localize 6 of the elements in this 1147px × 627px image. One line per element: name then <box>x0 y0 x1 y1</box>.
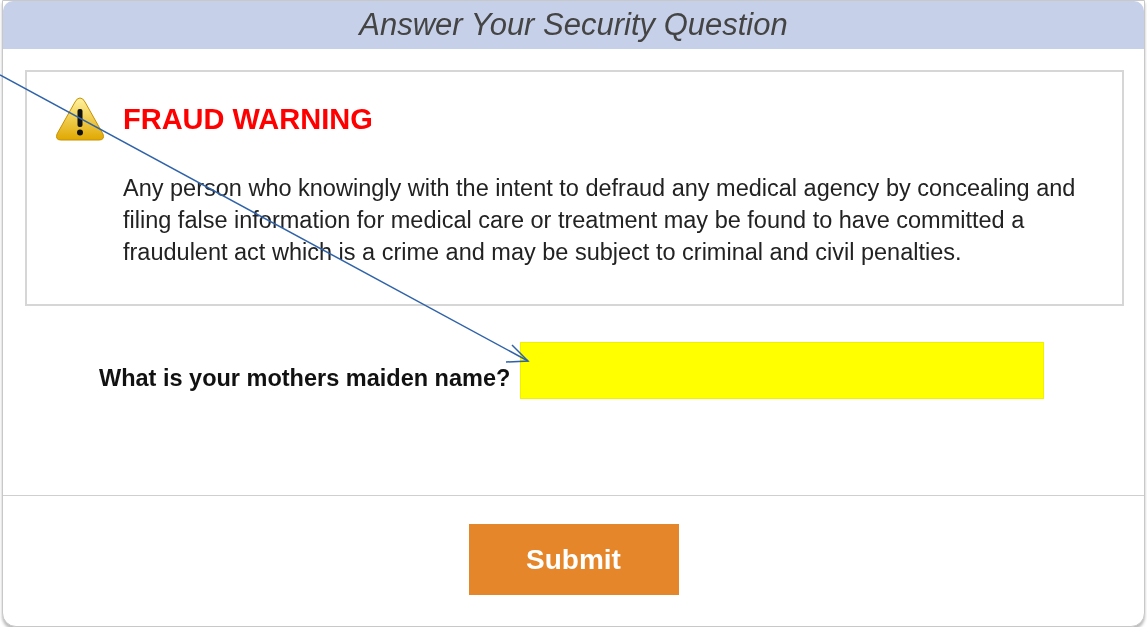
warning-heading: FRAUD WARNING <box>123 102 373 136</box>
submit-button[interactable]: Submit <box>468 524 679 595</box>
question-label: What is your mothers maiden name? <box>99 365 511 392</box>
answer-field[interactable] <box>520 342 1045 399</box>
warning-icon <box>55 96 105 142</box>
dialog-title: Answer Your Security Question <box>359 7 788 43</box>
